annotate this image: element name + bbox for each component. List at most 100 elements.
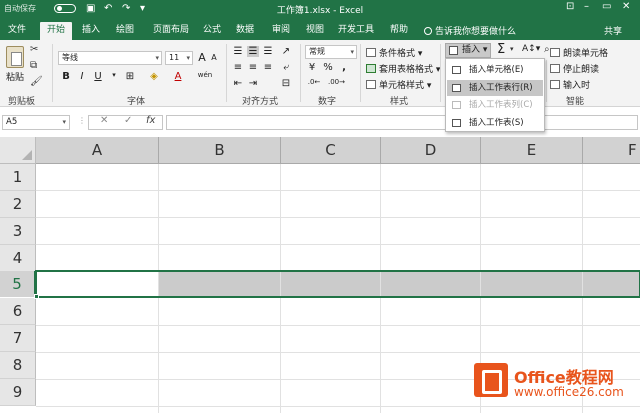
shrink-font-button[interactable]: A xyxy=(208,53,220,62)
gridline xyxy=(36,325,640,326)
insert-function-icon[interactable]: fx xyxy=(146,115,155,126)
row-header-1[interactable]: 1 xyxy=(0,164,36,191)
bold-button[interactable]: B xyxy=(60,71,72,82)
formula-input[interactable] xyxy=(166,115,638,130)
tab-data[interactable]: 数据 xyxy=(230,22,260,40)
row-header-6[interactable]: 6 xyxy=(0,298,36,325)
column-header-b[interactable]: B xyxy=(159,137,281,164)
percent-button[interactable]: % xyxy=(322,62,334,73)
column-header-e[interactable]: E xyxy=(481,137,583,164)
speaker-icon xyxy=(550,48,560,57)
name-box[interactable]: A5 ▾ xyxy=(2,115,70,130)
font-size-value: 11 xyxy=(169,53,180,62)
tab-view[interactable]: 视图 xyxy=(300,22,330,40)
wrap-text-icon[interactable]: ⤶ xyxy=(280,62,292,73)
italic-button[interactable]: I xyxy=(76,71,88,82)
stop-reading-button[interactable]: 停止朗读 xyxy=(550,62,599,75)
column-header-a[interactable]: A xyxy=(36,137,159,164)
tab-home[interactable]: 开始 xyxy=(40,22,72,40)
tab-insert[interactable]: 插入 xyxy=(76,22,106,40)
format-as-table-button[interactable]: 套用表格格式 ▾ xyxy=(366,62,440,75)
paste-icon[interactable] xyxy=(6,46,24,68)
align-right-icon[interactable]: ≡ xyxy=(262,62,274,73)
align-center-icon[interactable]: ≡ xyxy=(247,62,259,73)
restore-icon[interactable]: ▭ xyxy=(602,1,611,12)
phonetic-button[interactable]: wén xyxy=(196,71,214,79)
menu-insert-sheet[interactable]: 插入工作表(S) xyxy=(447,115,543,131)
menu-insert-cells[interactable]: 插入单元格(E) xyxy=(447,62,543,78)
currency-icon[interactable]: ¥ xyxy=(306,62,318,73)
tab-formulas[interactable]: 公式 xyxy=(198,22,226,40)
number-format-select[interactable]: 常规 ▾ xyxy=(305,45,357,59)
number-group-label: 数字 xyxy=(318,97,337,107)
speak-on-enter-button[interactable]: 输入时 xyxy=(550,78,590,91)
column-header-c[interactable]: C xyxy=(281,137,381,164)
paste-button-label[interactable]: 粘贴 xyxy=(6,70,24,83)
menu-item-label: 插入单元格(E) xyxy=(469,65,524,75)
read-cell-button[interactable]: 朗读单元格 xyxy=(550,46,608,59)
sort-filter-icon[interactable]: A↕▾ xyxy=(522,44,540,54)
menu-insert-sheet-rows[interactable]: 插入工作表行(R) xyxy=(447,80,543,96)
insert-sheet-icon xyxy=(452,119,461,127)
ai-group-label: 智能 xyxy=(566,97,585,107)
tab-review[interactable]: 审阅 xyxy=(266,22,296,40)
underline-button[interactable]: U xyxy=(92,71,104,82)
increase-decimal-icon[interactable]: .0← xyxy=(306,78,322,86)
find-select-icon[interactable]: ⌕ xyxy=(544,44,550,55)
row-header-9[interactable]: 9 xyxy=(0,379,36,406)
fill-color-icon[interactable]: ◈ xyxy=(148,71,160,82)
row-header-3[interactable]: 3 xyxy=(0,218,36,245)
autosum-dropdown-icon[interactable]: ▾ xyxy=(510,45,514,53)
align-left-icon[interactable]: ≡ xyxy=(232,62,244,73)
enter-icon[interactable]: ✓ xyxy=(124,115,132,126)
tab-draw[interactable]: 绘图 xyxy=(110,22,140,40)
decrease-decimal-icon[interactable]: .00→ xyxy=(328,78,345,86)
tab-help[interactable]: 帮助 xyxy=(384,22,414,40)
name-box-value: A5 xyxy=(6,117,18,127)
autosum-icon[interactable]: Σ xyxy=(497,42,505,57)
more-icon: ⋮ xyxy=(78,116,86,125)
minimize-icon[interactable]: – xyxy=(584,1,589,12)
column-header-d[interactable]: D xyxy=(381,137,481,164)
conditional-formatting-button[interactable]: 条件格式 ▾ xyxy=(366,46,422,59)
row-header-7[interactable]: 7 xyxy=(0,325,36,352)
menu-item-label: 插入工作表列(C) xyxy=(469,100,533,110)
row-header-5[interactable]: 5 xyxy=(0,271,36,297)
gridline xyxy=(36,352,640,353)
copy-icon[interactable]: ⧉ xyxy=(30,60,37,71)
underline-dropdown-icon[interactable]: ▾ xyxy=(108,71,120,79)
tab-page-layout[interactable]: 页面布局 xyxy=(146,22,196,40)
tab-developer[interactable]: 开发工具 xyxy=(334,22,378,40)
close-icon[interactable]: ✕ xyxy=(622,1,630,12)
insert-cells-button[interactable]: 插入 ▾ xyxy=(445,43,491,58)
group-divider xyxy=(52,44,53,102)
align-top-icon[interactable]: ☰ xyxy=(232,46,244,57)
align-middle-icon[interactable]: ☰ xyxy=(247,46,259,57)
ribbon-display-icon[interactable]: ⊡ xyxy=(566,1,574,12)
increase-indent-icon[interactable]: ⇥ xyxy=(247,78,259,89)
orientation-icon[interactable]: ↗ xyxy=(280,46,292,57)
cut-icon[interactable]: ✂ xyxy=(30,44,38,55)
fill-handle[interactable] xyxy=(34,294,39,299)
merge-center-icon[interactable]: ⊟ xyxy=(280,78,292,89)
font-color-button[interactable]: A xyxy=(172,71,184,82)
comma-button[interactable]: , xyxy=(338,62,350,73)
borders-icon[interactable]: ⊞ xyxy=(124,71,136,82)
font-name-select[interactable]: 等线 ▾ xyxy=(58,51,162,65)
row-header-2[interactable]: 2 xyxy=(0,191,36,218)
tab-file[interactable]: 文件 xyxy=(2,22,32,40)
column-header-f[interactable]: F xyxy=(583,137,640,164)
tell-me-search[interactable]: 告诉我你想要做什么 xyxy=(424,24,516,37)
row-header-4[interactable]: 4 xyxy=(0,245,36,272)
cancel-icon[interactable]: ✕ xyxy=(100,115,108,126)
format-painter-icon[interactable]: 🖌 xyxy=(30,76,43,87)
grow-font-button[interactable]: A xyxy=(196,51,208,64)
menu-insert-sheet-columns[interactable]: 插入工作表列(C) xyxy=(447,97,543,113)
font-size-select[interactable]: 11 ▾ xyxy=(165,51,193,65)
row-header-8[interactable]: 8 xyxy=(0,352,36,379)
align-bottom-icon[interactable]: ☰ xyxy=(262,46,274,57)
cell-styles-button[interactable]: 单元格样式 ▾ xyxy=(366,78,431,91)
decrease-indent-icon[interactable]: ⇤ xyxy=(232,78,244,89)
share-button[interactable]: 共享 xyxy=(604,24,622,37)
select-all-corner[interactable] xyxy=(0,137,36,164)
